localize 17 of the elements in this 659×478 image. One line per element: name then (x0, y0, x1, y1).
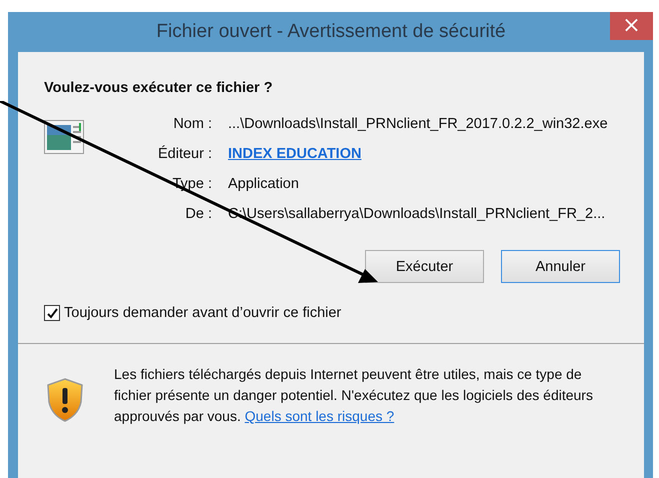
warning-paragraph: Les fichiers téléchargés depuis Internet peuvent être utiles, mais ce type de fichier présente un danger potentiel. N'exécutez que les logiciels des éditeurs approuvés par vous. Quels sont les risques ? (114, 365, 594, 426)
field-value: ...\Downloads\Install_PRNclient_FR_2017.0.2.2_win32.exe (228, 116, 608, 132)
checkbox-label: Toujours demander avant d’ouvrir ce fichier (64, 305, 342, 321)
checkbox[interactable] (44, 305, 60, 321)
window-title: Fichier ouvert - Avertissement de sécurité (156, 21, 506, 43)
field-label: Nom : (172, 116, 212, 132)
field-value: Application (228, 176, 300, 192)
publisher-link[interactable]: INDEX EDUCATION (228, 146, 608, 162)
field-label: Éditeur : (157, 146, 212, 162)
field-label: De : (184, 206, 212, 222)
dialog-button[interactable]: Annuler (501, 250, 620, 283)
warning-shield-icon (46, 378, 84, 422)
risks-link[interactable]: Quels sont les risques ? (244, 408, 394, 424)
application-window-icon (44, 120, 84, 154)
dialog-button[interactable]: Exécuter (365, 250, 484, 283)
close-button[interactable]: × (610, 12, 653, 40)
question-heading: Voulez-vous exécuter ce fichier ? (44, 80, 274, 96)
